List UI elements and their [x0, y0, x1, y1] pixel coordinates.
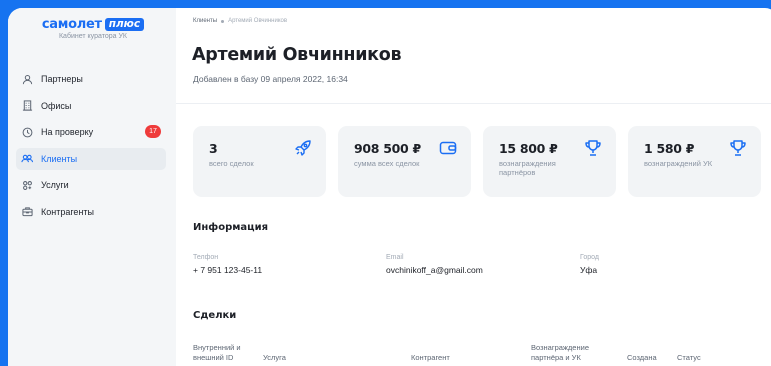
user-icon [21, 73, 33, 85]
column-header-service[interactable]: Услуга [263, 353, 286, 363]
logo[interactable]: самолет плюс Кабинет куратора УК [38, 17, 148, 40]
column-header-status[interactable]: Статус [677, 353, 701, 363]
phone-field: Телфон + 7 951 123-45-11 [193, 254, 262, 275]
city-field: Город Уфа [580, 254, 599, 275]
sidebar-item-label: Клиенты [41, 153, 78, 164]
sidebar-item-review[interactable]: На проверку 17 [16, 121, 166, 143]
stat-label: вознаграждения партнёров [499, 159, 556, 177]
trophy-icon [729, 139, 747, 157]
sidebar-item-clients[interactable]: Клиенты [16, 147, 166, 170]
breadcrumb-clients[interactable]: Клиенты [193, 18, 217, 24]
email-label: Email [386, 254, 404, 261]
briefcase-icon [21, 206, 33, 218]
sidebar-item-partners[interactable]: Партнеры [16, 68, 166, 90]
sidebar-nav: Партнеры Офисы На проверку 17 Клиенты Ус… [16, 68, 166, 227]
column-header-created[interactable]: Создана [627, 353, 657, 363]
email-value: ovchinikoff_a@gmail.com [386, 265, 483, 275]
column-header-reward[interactable]: Вознаграждение партнёра и УК [531, 343, 611, 363]
sidebar-item-label: На проверку [41, 127, 94, 137]
app-window: самолет плюс Кабинет куратора УК Партнер… [8, 8, 771, 366]
stat-card-deals: 3 всего сделок [193, 126, 326, 197]
info-section-title: Информация [193, 222, 268, 233]
sidebar-item-contractors[interactable]: Контрагенты [16, 201, 166, 223]
stat-label: сумма всех сделок [354, 159, 420, 168]
added-date: Добавлен в базу 09 апреля 2022, 16:34 [193, 74, 348, 84]
logo-word: самолет [41, 17, 102, 32]
breadcrumb-separator [221, 19, 225, 23]
wallet-icon [439, 139, 457, 157]
stat-card-uk-rewards: 1 580 ₽ вознаграждений УК [628, 126, 761, 197]
logo-subtitle: Кабинет куратора УК [58, 33, 128, 40]
building-icon [21, 100, 33, 112]
breadcrumb-current: Артемий Овчинников [228, 18, 288, 24]
logo-badge: плюс [104, 18, 145, 31]
phone-value: + 7 951 123-45-11 [193, 265, 263, 275]
city-value: Уфа [580, 265, 598, 275]
stat-card-sum: 908 500 ₽ сумма всех сделок [338, 126, 471, 197]
services-icon [21, 179, 33, 191]
main-content: Клиенты Артемий Овчинников Артемий Овчин… [176, 8, 771, 366]
clock-icon [21, 126, 33, 138]
rocket-icon [294, 139, 312, 157]
sidebar-item-label: Услуги [41, 180, 69, 190]
stats-row: 3 всего сделок 908 500 ₽ сумма всех сдел… [193, 126, 761, 197]
trophy-icon [584, 139, 602, 157]
users-icon [21, 153, 33, 165]
page-title: Артемий Овчинников [192, 45, 402, 65]
divider [176, 103, 771, 104]
phone-label: Телфон [193, 254, 219, 261]
sidebar-item-offices[interactable]: Офисы [16, 95, 166, 117]
sidebar: самолет плюс Кабинет куратора УК Партнер… [8, 8, 176, 366]
sidebar-item-label: Партнеры [41, 74, 83, 84]
stat-label: всего сделок [209, 159, 254, 168]
stat-label: вознаграждений УК [644, 159, 713, 168]
sidebar-item-label: Офисы [41, 100, 72, 111]
column-header-id[interactable]: Внутренний и внешний ID [193, 343, 253, 363]
email-field: Email ovchinikoff_a@gmail.com [386, 254, 483, 275]
city-label: Город [580, 254, 599, 261]
deals-section-title: Сделки [193, 310, 237, 321]
stat-card-partner-rewards: 15 800 ₽ вознаграждения партнёров [483, 126, 616, 197]
review-count-badge: 17 [145, 125, 161, 138]
breadcrumb: Клиенты Артемий Овчинников [193, 18, 287, 24]
deals-table-header: Внутренний и внешний ID Услуга Контраген… [193, 338, 771, 366]
sidebar-item-services[interactable]: Услуги [16, 174, 166, 196]
column-header-contractor[interactable]: Контрагент [411, 353, 450, 363]
sidebar-item-label: Контрагенты [41, 206, 95, 217]
